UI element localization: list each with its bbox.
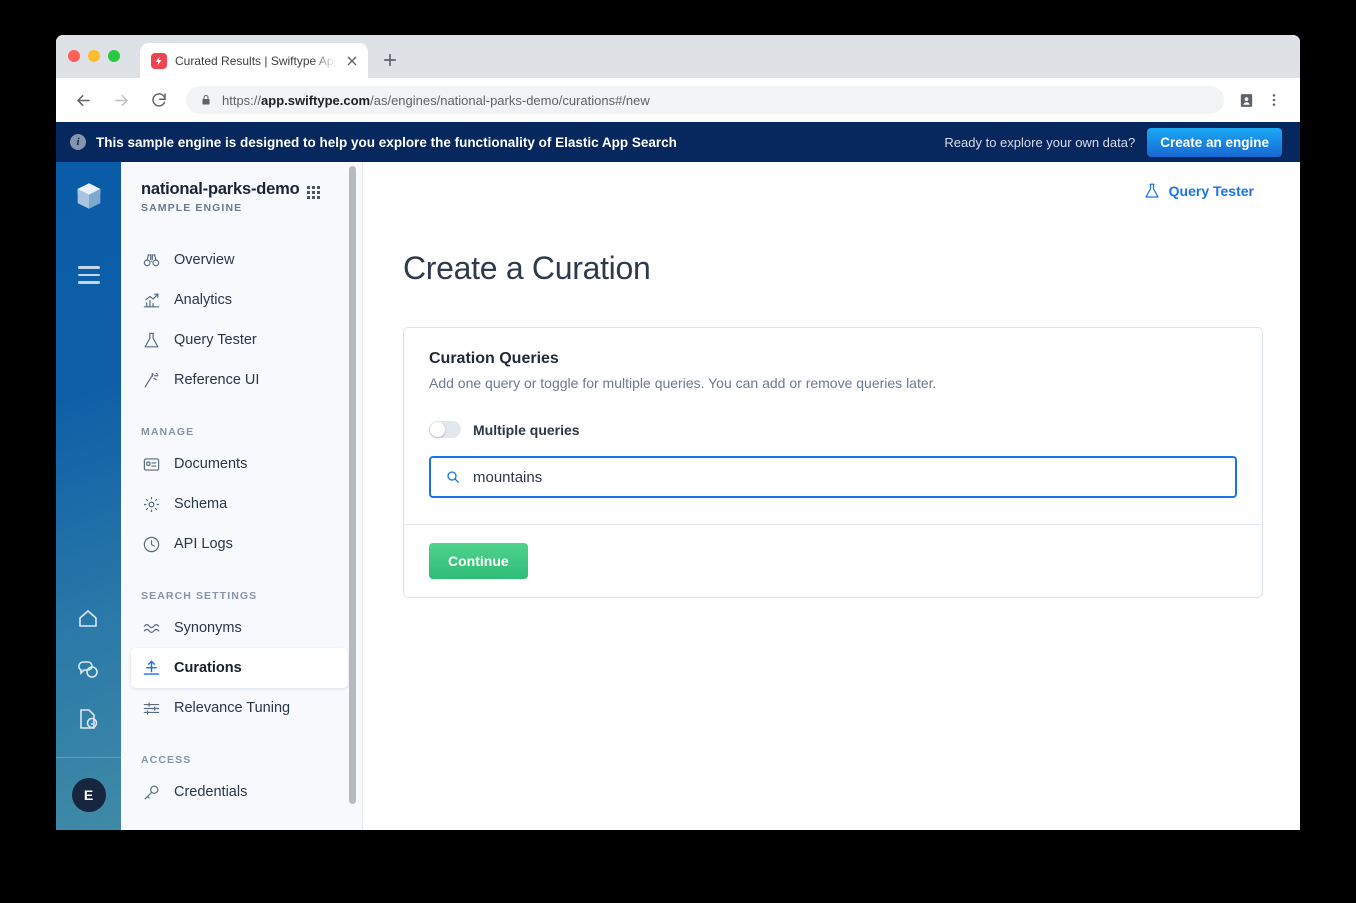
sidebar-group-search-settings: SEARCH SETTINGS xyxy=(141,590,258,602)
tab-title: Curated Results | Swiftype App xyxy=(175,53,336,68)
document-info-icon[interactable] xyxy=(76,707,102,733)
maximize-window-button[interactable] xyxy=(108,50,120,62)
three-dot-menu-icon[interactable] xyxy=(1260,86,1288,114)
multiple-queries-toggle[interactable] xyxy=(429,421,461,438)
close-icon[interactable] xyxy=(344,53,360,69)
curation-query-field[interactable] xyxy=(429,456,1237,498)
engine-subtitle: SAMPLE ENGINE xyxy=(141,202,243,214)
query-tester-label: Query Tester xyxy=(1168,183,1254,199)
sidebar-item-label: Synonyms xyxy=(174,620,242,636)
document-list-icon xyxy=(141,454,161,474)
back-arrow-icon[interactable] xyxy=(68,85,98,115)
banner-cta-prompt: Ready to explore your own data? xyxy=(944,134,1136,150)
sidebar-nav: Overview Analytics Query Tester Referenc… xyxy=(121,240,362,812)
tab-strip: Curated Results | Swiftype App xyxy=(56,35,1300,78)
curation-queries-card: Curation Queries Add one query or toggle… xyxy=(403,327,1263,598)
new-tab-button[interactable] xyxy=(380,50,400,70)
hamburger-menu-icon[interactable] xyxy=(77,266,100,284)
avatar[interactable]: E xyxy=(71,778,106,812)
elastic-cube-logo[interactable] xyxy=(72,179,106,218)
chart-trend-icon xyxy=(141,290,161,310)
multiple-queries-label: Multiple queries xyxy=(473,421,580,438)
sidebar-scrollbar[interactable] xyxy=(349,166,356,804)
sidebar-item-label: Schema xyxy=(174,496,228,512)
sidebar-item-label: Overview xyxy=(174,252,235,268)
lightning-bolt-icon xyxy=(151,52,167,69)
flask-icon xyxy=(141,330,161,350)
sidebar-item-analytics[interactable]: Analytics xyxy=(131,280,348,320)
sidebar-item-label: Reference UI xyxy=(174,372,260,388)
sidebar-item-label: Documents xyxy=(174,456,248,472)
key-icon xyxy=(141,782,161,802)
banner-message: This sample engine is designed to help y… xyxy=(96,134,677,150)
rail-divider xyxy=(56,757,121,758)
close-window-button[interactable] xyxy=(68,50,80,62)
sidebar-item-credentials[interactable]: Credentials xyxy=(131,772,348,812)
engine-header: national-parks-demo SAMPLE ENGINE xyxy=(121,180,362,214)
forward-arrow-icon xyxy=(106,85,136,115)
home-icon[interactable] xyxy=(76,607,102,633)
search-icon xyxy=(445,469,461,485)
url-text: https://app.swiftype.com/as/engines/nati… xyxy=(222,92,650,108)
sliders-icon xyxy=(141,698,161,718)
sidebar-item-query-tester[interactable]: Query Tester xyxy=(131,320,348,360)
page-title: Create a Curation xyxy=(403,250,651,286)
sidebar-group-access: ACCESS xyxy=(141,754,192,766)
continue-button[interactable]: Continue xyxy=(429,543,528,579)
sidebar-item-relevance-tuning[interactable]: Relevance Tuning xyxy=(131,688,348,728)
main-content: Query Tester Create a Curation Curation … xyxy=(363,162,1300,830)
sidebar-item-label: Relevance Tuning xyxy=(174,700,291,716)
sidebar-item-synonyms[interactable]: Synonyms xyxy=(131,608,348,648)
sidebar-item-label: Curations xyxy=(174,660,242,676)
create-an-engine-button[interactable]: Create an engine xyxy=(1147,127,1282,157)
sidebar-item-api-logs[interactable]: API Logs xyxy=(131,524,348,564)
flask-icon xyxy=(1143,182,1161,200)
profile-card-icon[interactable] xyxy=(1232,86,1260,114)
info-icon: i xyxy=(70,134,86,150)
lock-icon xyxy=(200,94,212,106)
browser-toolbar: https://app.swiftype.com/as/engines/nati… xyxy=(56,78,1300,122)
reload-icon[interactable] xyxy=(144,85,174,115)
global-rail: E xyxy=(56,162,121,830)
sidebar-item-label: Query Tester xyxy=(174,332,257,348)
engine-sidebar: national-parks-demo SAMPLE ENGINE Overvi… xyxy=(121,162,363,830)
sample-engine-banner: i This sample engine is designed to help… xyxy=(56,122,1300,162)
sidebar-group-manage: MANAGE xyxy=(141,426,195,438)
sidebar-item-documents[interactable]: Documents xyxy=(131,444,348,484)
apps-grid-icon[interactable] xyxy=(307,186,321,199)
sidebar-item-curations[interactable]: Curations xyxy=(131,648,348,688)
chat-bubbles-icon[interactable] xyxy=(76,657,102,683)
address-bar[interactable]: https://app.swiftype.com/as/engines/nati… xyxy=(186,86,1224,114)
query-tester-link[interactable]: Query Tester xyxy=(1143,182,1254,200)
browser-tab[interactable]: Curated Results | Swiftype App xyxy=(140,43,368,78)
waves-icon xyxy=(141,618,161,638)
curations-icon xyxy=(141,658,161,678)
engine-name: national-parks-demo xyxy=(141,180,300,198)
app-search-application: i This sample engine is designed to help… xyxy=(56,122,1300,830)
sidebar-item-label: Credentials xyxy=(174,784,248,800)
clock-icon xyxy=(141,534,161,554)
card-title: Curation Queries xyxy=(429,350,559,367)
sparkle-wand-icon xyxy=(141,370,161,390)
window-traffic-lights xyxy=(68,50,120,62)
sidebar-item-schema[interactable]: Schema xyxy=(131,484,348,524)
sidebar-item-overview[interactable]: Overview xyxy=(131,240,348,280)
sidebar-item-label: API Logs xyxy=(174,536,233,552)
minimize-window-button[interactable] xyxy=(88,50,100,62)
card-description: Add one query or toggle for multiple que… xyxy=(429,375,937,391)
sidebar-item-label: Analytics xyxy=(174,292,233,308)
browser-window: Curated Results | Swiftype App https://a… xyxy=(56,35,1300,830)
sidebar-item-reference-ui[interactable]: Reference UI xyxy=(131,360,348,400)
gear-icon xyxy=(141,494,161,514)
search-input[interactable] xyxy=(473,468,1221,486)
binoculars-icon xyxy=(141,250,161,270)
